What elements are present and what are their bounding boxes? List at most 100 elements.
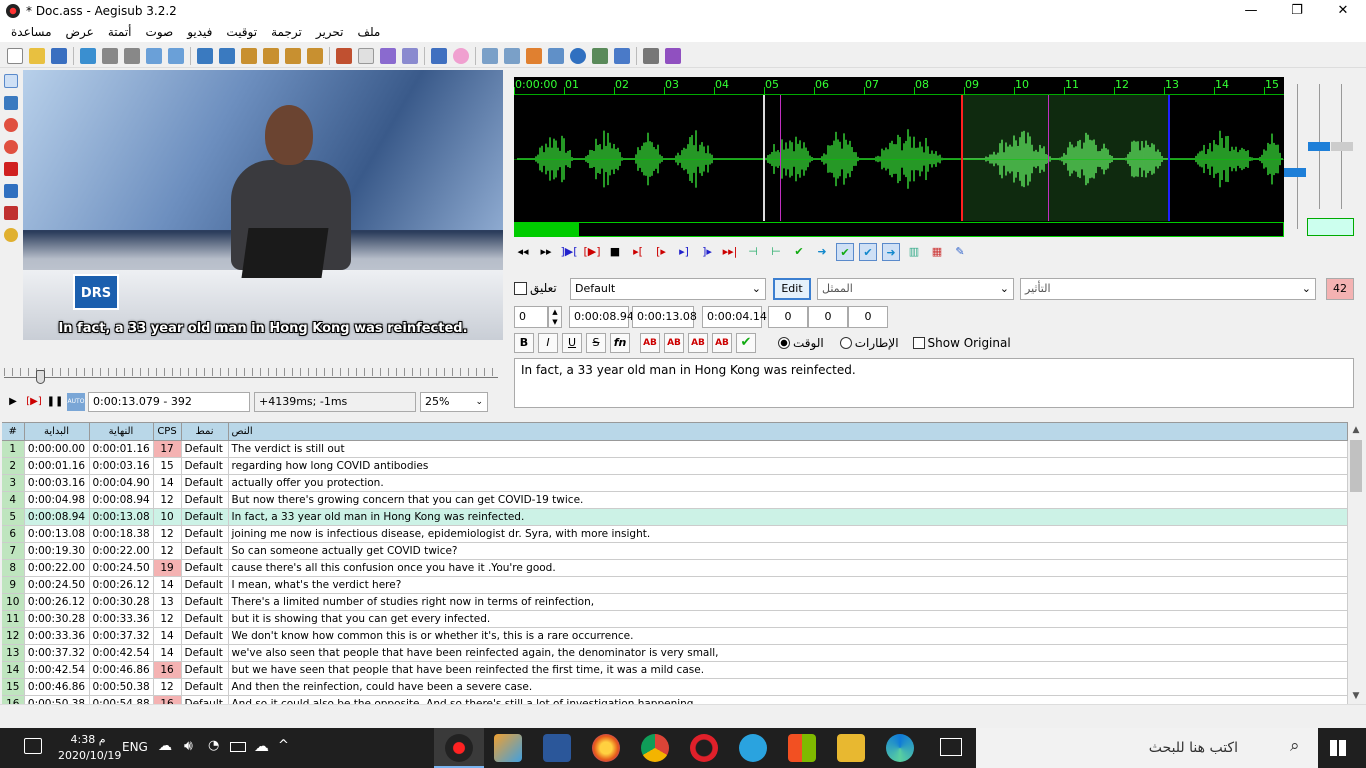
vertical-zoom-thumb[interactable] [1308, 142, 1330, 151]
end-time-field[interactable]: 0:00:13.08 [632, 306, 697, 328]
table-row[interactable]: 13 0:00:37.32 0:00:42.54 14 Default we've als… [2, 644, 1348, 662]
next-line-icon[interactable]: ▸▸ [537, 243, 555, 261]
scale-tool-icon[interactable] [4, 162, 18, 176]
play-selection-icon[interactable]: ]▶[ [560, 243, 578, 261]
firefox-app-icon[interactable] [592, 734, 620, 762]
telegram-app-icon[interactable] [739, 734, 767, 762]
table-row[interactable]: 14 0:00:42.54 0:00:46.86 16 Default but we h… [2, 661, 1348, 679]
shift-times-icon[interactable] [504, 47, 520, 64]
open-folder-icon[interactable] [29, 47, 45, 64]
table-row[interactable]: 5 0:00:08.94 0:00:13.08 10 Default In fact, … [2, 508, 1348, 526]
commit-check-icon[interactable]: ✔ [736, 333, 756, 353]
zoom-in-icon[interactable] [102, 47, 118, 64]
styles-manager-icon[interactable] [197, 47, 213, 64]
menu-edit[interactable]: تحرير [309, 22, 351, 42]
play-before-icon[interactable]: ▸[ [629, 243, 647, 261]
chrome-app-icon[interactable] [641, 734, 669, 762]
play-to-end-icon[interactable]: ▸▸| [721, 243, 739, 261]
header-style[interactable]: نمط [181, 423, 229, 441]
strikeout-button[interactable]: S [586, 333, 606, 353]
chevron-up-icon[interactable]: ^ [278, 738, 289, 753]
battery-icon[interactable] [230, 742, 246, 752]
table-row[interactable]: 11 0:00:30.28 0:00:33.36 12 Default but it i… [2, 610, 1348, 628]
audio-scroll-thumb[interactable] [515, 223, 579, 236]
pause-icon[interactable]: ❚❚ [46, 393, 64, 411]
previous-line-icon[interactable]: ◂◂ [514, 243, 532, 261]
select-lines-icon[interactable] [482, 47, 498, 64]
underline-button[interactable]: U [562, 333, 582, 353]
search-icon[interactable]: ⌕ [1290, 736, 1300, 756]
subtitle-grid[interactable]: # البداية النهاية CPS نمط النص 1 0:00:00.… [2, 422, 1348, 704]
tag-icon[interactable] [665, 47, 681, 64]
table-row[interactable]: 10 0:00:26.12 0:00:30.28 13 Default There's a… [2, 593, 1348, 611]
margin-right-field[interactable]: 0 [808, 306, 848, 328]
layer-spinner-arrows[interactable]: ▲ ▼ [548, 306, 562, 328]
play-icon[interactable]: ▶ [4, 393, 22, 411]
maximize-button[interactable]: ❐ [1274, 0, 1320, 22]
file-explorer-icon[interactable] [837, 734, 865, 762]
menu-help[interactable]: مساعدة [4, 22, 59, 42]
outline-color-button[interactable]: AB [688, 333, 708, 353]
wifi-icon[interactable]: ◔ [208, 738, 219, 753]
audio-scrollbar[interactable] [514, 222, 1284, 237]
aegisub-taskbar-icon[interactable] [445, 734, 473, 762]
clip-tool-icon[interactable] [4, 184, 18, 198]
menu-video[interactable]: فيديو [180, 22, 219, 42]
opera-app-icon[interactable] [690, 734, 718, 762]
margin-left-field[interactable]: 0 [768, 306, 808, 328]
video-time-frame-field[interactable]: 0:00:13.079 - 392 [88, 392, 250, 412]
table-row[interactable]: 12 0:00:33.36 0:00:37.32 14 Default We don't … [2, 627, 1348, 645]
table-row[interactable]: 15 0:00:46.86 0:00:50.38 12 Default And then … [2, 678, 1348, 696]
menu-automation[interactable]: أتمتة [101, 22, 139, 42]
check-icon[interactable] [592, 47, 608, 64]
close-button[interactable]: ✕ [1320, 0, 1366, 22]
cloud-icon[interactable]: ☁ [254, 737, 269, 755]
font-button[interactable]: fn [610, 333, 630, 353]
subtitle-text-edit[interactable]: In fact, a 33 year old man in Hong Kong … [514, 358, 1354, 408]
attachments-icon[interactable] [241, 47, 257, 64]
kanji-timer-icon[interactable] [336, 47, 352, 64]
secondary-color-button[interactable]: AB [664, 333, 684, 353]
play-after-icon[interactable]: ]▸ [698, 243, 716, 261]
play-before-end-icon[interactable]: ▸] [675, 243, 693, 261]
find-replace-icon[interactable] [402, 47, 418, 64]
paint-app-icon[interactable] [494, 734, 522, 762]
commit-icon[interactable]: ✔ [790, 243, 808, 261]
style-select[interactable]: Default ⌄ [570, 278, 766, 300]
minimize-button[interactable]: — [1228, 0, 1274, 22]
primary-color-button[interactable]: AB [640, 333, 660, 353]
table-row[interactable]: 2 0:00:01.16 0:00:03.16 15 Default regarding … [2, 457, 1348, 475]
resample-icon[interactable] [285, 47, 301, 64]
audio-waveform-display[interactable]: 0:00:00 01 02 03 04 05 06 07 08 09 10 11 12 13 14 15 [514, 77, 1284, 237]
scroll-thumb[interactable] [1350, 440, 1362, 492]
assdraw-icon[interactable] [453, 47, 469, 64]
automation-icon[interactable] [431, 47, 447, 64]
selection-end-marker[interactable] [1168, 95, 1170, 221]
menu-file[interactable]: ملف [351, 22, 388, 42]
table-row[interactable]: 7 0:00:19.30 0:00:22.00 12 Default So can som… [2, 542, 1348, 560]
table-row[interactable]: 4 0:00:04.98 0:00:08.94 12 Default But now th… [2, 491, 1348, 509]
taskbar-search-box[interactable]: اكتب هنا للبحث [976, 728, 1318, 768]
menu-timing[interactable]: توقيت [219, 22, 264, 42]
new-file-icon[interactable] [7, 47, 23, 64]
onedrive-sync-icon[interactable]: ☁ [158, 738, 172, 754]
scroll-up-icon[interactable]: ▲ [1348, 422, 1364, 438]
auto-commit-icon[interactable]: ✔ [836, 243, 854, 261]
header-start[interactable]: البداية [24, 423, 90, 441]
volume-icon[interactable]: 🔊︎ [184, 738, 193, 754]
table-row[interactable]: 6 0:00:13.08 0:00:18.38 12 Default joining m… [2, 525, 1348, 543]
video-display[interactable]: DRS In fact, a 33 year old man in Hong K… [23, 70, 503, 340]
stop-icon[interactable]: ■ [606, 243, 624, 261]
link-zoom-toggle[interactable] [1307, 218, 1354, 236]
menu-audio[interactable]: صوت [139, 22, 181, 42]
auto-next-icon[interactable]: ✔ [859, 243, 877, 261]
header-end[interactable]: النهاية [89, 423, 154, 441]
rotate-xy-tool-icon[interactable] [4, 140, 18, 154]
edge-app-icon[interactable] [886, 734, 914, 762]
taskbar-clock[interactable]: 4:38 م 2020/10/19 [58, 732, 121, 764]
spellcheck-icon[interactable] [380, 47, 396, 64]
table-row[interactable]: 9 0:00:24.50 0:00:26.12 14 Default I mean, wh… [2, 576, 1348, 594]
horizontal-zoom-thumb[interactable] [1284, 168, 1306, 177]
lead-out-icon[interactable]: ⊢ [767, 243, 785, 261]
zoom-out-icon[interactable] [124, 47, 140, 64]
